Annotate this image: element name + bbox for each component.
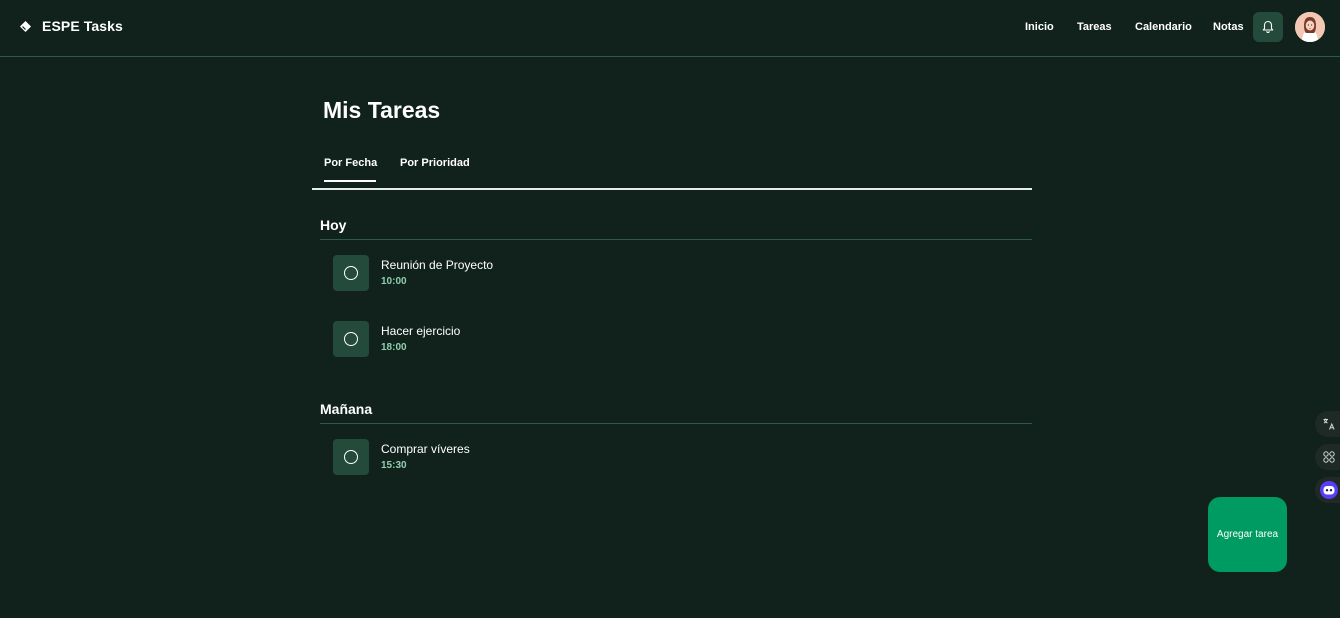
task-complete-toggle[interactable] bbox=[333, 321, 369, 357]
translate-extension-button[interactable] bbox=[1315, 411, 1340, 437]
add-task-button[interactable]: Agregar tarea bbox=[1208, 497, 1287, 572]
bell-icon bbox=[1262, 20, 1274, 34]
brand[interactable]: ESPE Tasks bbox=[19, 18, 123, 34]
top-bar: ESPE Tasks Inicio Tareas Calendario Nota… bbox=[0, 0, 1340, 57]
tab-por-fecha[interactable]: Por Fecha bbox=[324, 157, 377, 169]
check-circle-icon bbox=[344, 450, 358, 464]
group-divider bbox=[320, 239, 1032, 240]
tab-por-prioridad[interactable]: Por Prioridad bbox=[400, 157, 470, 169]
command-icon bbox=[1323, 451, 1335, 463]
avatar[interactable] bbox=[1295, 12, 1325, 42]
page-title: Mis Tareas bbox=[323, 97, 441, 123]
app-name: ESPE Tasks bbox=[42, 18, 123, 34]
group-title-hoy: Hoy bbox=[320, 217, 347, 233]
tab-bar: Por Fecha Por Prioridad bbox=[312, 150, 1032, 190]
brand-icon bbox=[20, 20, 31, 32]
nav-inicio[interactable]: Inicio bbox=[1025, 21, 1054, 33]
nav-calendario[interactable]: Calendario bbox=[1135, 21, 1192, 33]
task-time: 10:00 bbox=[381, 276, 407, 287]
active-tab-indicator bbox=[324, 180, 376, 182]
task-complete-toggle[interactable] bbox=[333, 439, 369, 475]
group-divider bbox=[320, 423, 1032, 424]
nav-tareas[interactable]: Tareas bbox=[1077, 21, 1112, 33]
assistant-icon bbox=[1320, 481, 1338, 499]
nav-notas[interactable]: Notas bbox=[1213, 21, 1244, 33]
check-circle-icon bbox=[344, 332, 358, 346]
task-time: 15:30 bbox=[381, 460, 407, 471]
translate-icon bbox=[1323, 418, 1335, 430]
task-name[interactable]: Hacer ejercicio bbox=[381, 324, 460, 338]
task-name[interactable]: Reunión de Proyecto bbox=[381, 258, 493, 272]
avatar-image bbox=[1295, 12, 1325, 42]
command-extension-button[interactable] bbox=[1315, 444, 1340, 470]
task-complete-toggle[interactable] bbox=[333, 255, 369, 291]
notifications-button[interactable] bbox=[1253, 12, 1283, 42]
task-name[interactable]: Comprar víveres bbox=[381, 442, 470, 456]
group-title-manana: Mañana bbox=[320, 401, 373, 417]
task-time: 18:00 bbox=[381, 342, 407, 353]
assistant-extension-button[interactable] bbox=[1315, 477, 1340, 503]
check-circle-icon bbox=[344, 266, 358, 280]
